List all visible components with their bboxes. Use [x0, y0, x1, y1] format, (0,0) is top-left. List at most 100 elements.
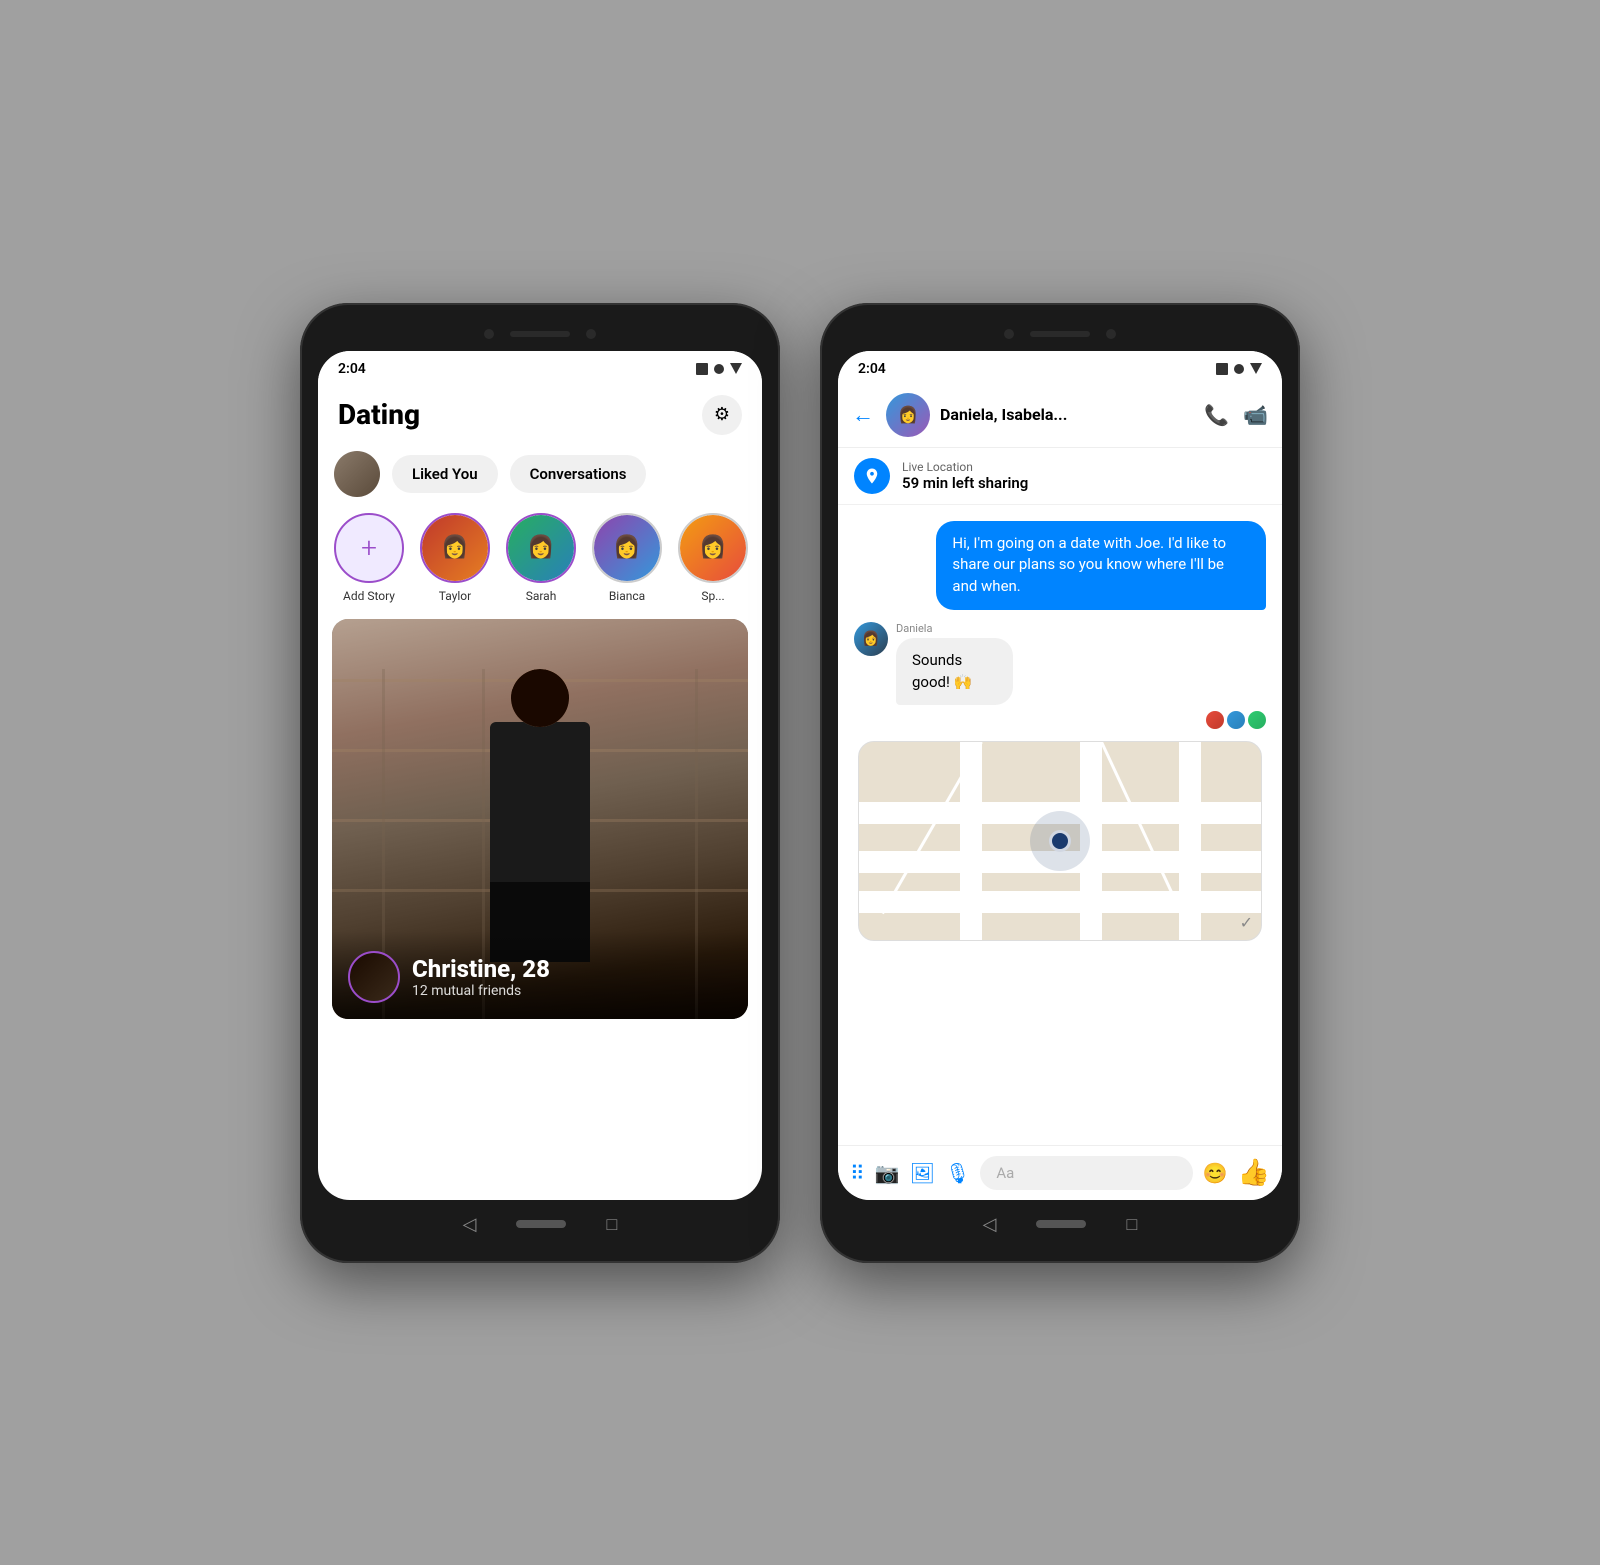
bianca-story-item[interactable]: 👩 Bianca	[592, 513, 662, 603]
sp-label: Sp...	[701, 589, 724, 603]
taylor-label: Taylor	[439, 589, 471, 603]
location-dot	[1049, 830, 1071, 852]
bianca-avatar: 👩	[594, 515, 660, 581]
phone-call-icon[interactable]: 📞	[1204, 403, 1229, 427]
conversation-avatar: 👩	[886, 393, 930, 437]
back-button[interactable]: ←	[852, 402, 874, 428]
taylor-story-circle[interactable]: 👩	[420, 513, 490, 583]
speaker	[510, 331, 570, 337]
status-bar-dating: 2:04	[318, 351, 762, 383]
location-main: 59 min left sharing	[902, 474, 1028, 492]
battery-icon	[696, 363, 708, 375]
seen-avatar-3	[1248, 711, 1266, 729]
card-name: Christine, 28	[412, 955, 550, 983]
add-story-label: Add Story	[343, 589, 395, 603]
messenger-phone: 2:04 ← 👩 Daniela, Isabela... 📞 📹	[820, 303, 1300, 1263]
mic-icon[interactable]: 🎙	[945, 1161, 970, 1185]
messenger-screen: 2:04 ← 👩 Daniela, Isabela... 📞 📹	[838, 351, 1282, 1200]
sender-avatar-daniela: 👩	[854, 622, 888, 656]
signal-icon	[714, 364, 724, 374]
incoming-bubble-content: Daniela Sounds good! 🙌	[896, 622, 1042, 706]
profile-avatar[interactable]	[334, 451, 380, 497]
card-sub: 12 mutual friends	[412, 983, 550, 999]
phone-top-bar-dating	[318, 321, 762, 351]
wifi-icon-m	[1250, 363, 1262, 374]
input-placeholder: Aa	[996, 1164, 1014, 1182]
emoji-icon[interactable]: 😊	[1203, 1161, 1228, 1185]
bianca-label: Bianca	[609, 589, 645, 603]
incoming-message-1: Sounds good! 🙌	[896, 638, 1013, 706]
apps-icon[interactable]: ⠿	[850, 1161, 865, 1185]
home-pill-dating[interactable]	[516, 1220, 566, 1228]
incoming-message-wrapper-1: 👩 Daniela Sounds good! 🙌	[854, 622, 1266, 706]
speaker-m	[1030, 331, 1090, 337]
phone-nav-bar-messenger: ◁ □	[838, 1200, 1282, 1245]
sender-name-daniela: Daniela	[896, 622, 1042, 635]
card-small-avatar	[348, 951, 400, 1003]
stories-row: + Add Story 👩 Taylor 👩 Sarah 👩	[318, 509, 762, 619]
like-button[interactable]: 👍	[1238, 1158, 1270, 1188]
dating-card[interactable]: Christine, 28 12 mutual friends	[332, 619, 748, 1019]
back-nav-icon[interactable]: ◁	[463, 1214, 477, 1235]
conversation-name: Daniela, Isabela...	[940, 405, 1194, 424]
card-text: Christine, 28 12 mutual friends	[412, 955, 550, 999]
time-dating: 2:04	[338, 361, 366, 377]
add-story-circle[interactable]: +	[334, 513, 404, 583]
plus-icon: +	[361, 531, 377, 564]
phone-top-bar-messenger	[838, 321, 1282, 351]
add-story-item[interactable]: + Add Story	[334, 513, 404, 603]
location-banner: Live Location 59 min left sharing	[838, 448, 1282, 505]
dating-title: Dating	[338, 398, 420, 431]
chat-input-bar: ⠿ 📷 🖼 🎙 Aa 😊 👍	[838, 1145, 1282, 1200]
sp-avatar: 👩	[680, 515, 746, 581]
sarah-story-circle[interactable]: 👩	[506, 513, 576, 583]
conversations-tab[interactable]: Conversations	[510, 455, 647, 493]
card-info: Christine, 28 12 mutual friends	[332, 931, 748, 1019]
settings-button[interactable]: ⚙	[702, 395, 742, 435]
status-icons-dating	[696, 363, 742, 375]
sarah-story-item[interactable]: 👩 Sarah	[506, 513, 576, 603]
status-bar-messenger: 2:04	[838, 351, 1282, 383]
camera-dot	[484, 329, 494, 339]
sarah-label: Sarah	[526, 589, 557, 603]
status-icons-messenger	[1216, 363, 1262, 375]
person-figure	[460, 669, 620, 949]
map-check-icon: ✓	[1240, 913, 1253, 932]
liked-you-tab[interactable]: Liked You	[392, 455, 498, 493]
recent-nav-icon[interactable]: □	[606, 1214, 617, 1235]
time-messenger: 2:04	[858, 361, 886, 377]
battery-icon-m	[1216, 363, 1228, 375]
chat-area[interactable]: Hi, I'm going on a date with Joe. I'd li…	[838, 505, 1282, 1145]
messenger-header: ← 👩 Daniela, Isabela... 📞 📹	[838, 383, 1282, 448]
live-location-map[interactable]: ✓	[858, 741, 1262, 941]
location-share-icon	[854, 458, 890, 494]
seen-avatar-2	[1227, 711, 1245, 729]
outgoing-message-1: Hi, I'm going on a date with Joe. I'd li…	[936, 521, 1266, 610]
spacer	[318, 1019, 762, 1200]
camera-dot-m1	[1004, 329, 1014, 339]
sarah-avatar: 👩	[508, 515, 574, 581]
camera-icon[interactable]: 📷	[875, 1161, 900, 1185]
seen-receipts	[854, 711, 1266, 729]
phone-nav-bar-dating: ◁ □	[318, 1200, 762, 1245]
recent-nav-icon-m[interactable]: □	[1126, 1214, 1137, 1235]
sp-story-item[interactable]: 👩 Sp...	[678, 513, 748, 603]
taylor-story-item[interactable]: 👩 Taylor	[420, 513, 490, 603]
seen-avatar-1	[1206, 711, 1224, 729]
home-pill-messenger[interactable]	[1036, 1220, 1086, 1228]
camera-dot2	[586, 329, 596, 339]
message-input[interactable]: Aa	[980, 1156, 1192, 1190]
sp-story-circle[interactable]: 👩	[678, 513, 748, 583]
wifi-icon	[730, 363, 742, 374]
back-nav-icon-m[interactable]: ◁	[983, 1214, 997, 1235]
dating-header: Dating ⚙	[318, 383, 762, 445]
video-call-icon[interactable]: 📹	[1243, 403, 1268, 427]
gear-icon: ⚙	[714, 404, 730, 425]
bianca-story-circle[interactable]: 👩	[592, 513, 662, 583]
gallery-icon[interactable]: 🖼	[910, 1161, 935, 1185]
dating-screen: 2:04 Dating ⚙ Liked You Conversations	[318, 351, 762, 1200]
tab-row: Liked You Conversations	[318, 445, 762, 509]
camera-dot-m2	[1106, 329, 1116, 339]
location-text: Live Location 59 min left sharing	[902, 460, 1028, 492]
header-actions: 📞 📹	[1204, 403, 1268, 427]
